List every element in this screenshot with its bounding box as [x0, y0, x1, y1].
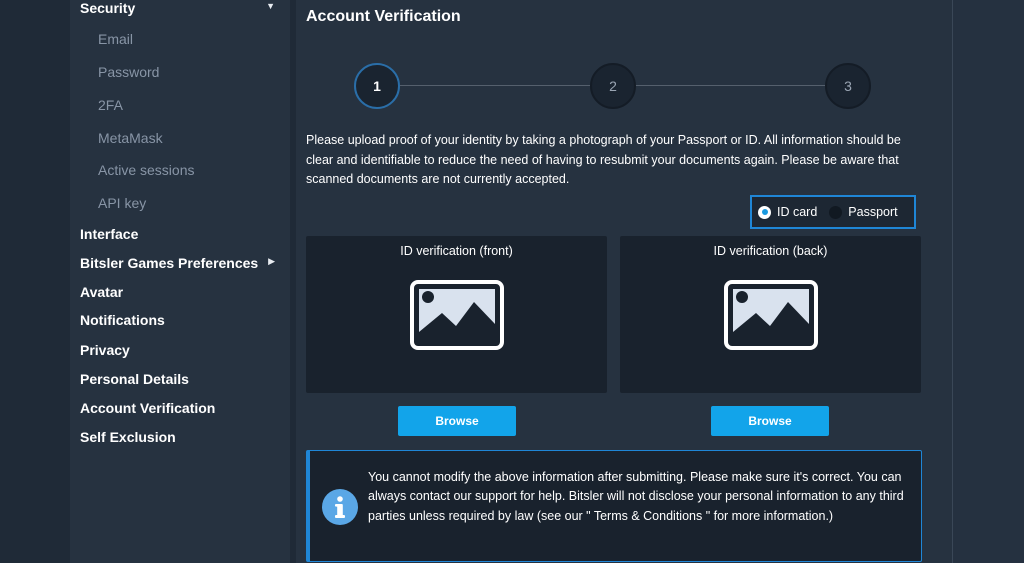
- upload-card-back[interactable]: ID verification (back): [620, 236, 921, 393]
- sidebar-subitem-2fa[interactable]: 2FA: [98, 97, 278, 113]
- radio-unchecked-icon: [829, 205, 843, 219]
- instructions-text: Please upload proof of your identity by …: [306, 133, 901, 186]
- info-text: You cannot modify the above information …: [368, 470, 904, 523]
- sidebar-item-personal-details[interactable]: Personal Details: [80, 371, 285, 387]
- step-1[interactable]: 1: [354, 63, 400, 109]
- image-placeholder-icon[interactable]: [724, 280, 818, 350]
- sidebar-subitem-api-key[interactable]: API key: [98, 195, 278, 211]
- sidebar-subitem-active-sessions[interactable]: Active sessions: [98, 162, 278, 178]
- sidebar-subitem-password[interactable]: Password: [98, 64, 278, 80]
- sidebar-item-avatar[interactable]: Avatar: [80, 284, 285, 300]
- radio-id-card[interactable]: ID card: [758, 205, 817, 219]
- browse-back-button[interactable]: Browse: [711, 406, 829, 436]
- sidebar-item-label: Bitsler Games Preferences: [80, 255, 259, 271]
- radio-label: Passport: [848, 205, 898, 219]
- sidebar-subitem-metamask[interactable]: MetaMask: [98, 130, 278, 146]
- main-panel: Account Verification 1 2 3 Please upload…: [296, 0, 952, 563]
- step-2[interactable]: 2: [590, 63, 636, 109]
- sidebar-item-security[interactable]: Security ▼: [80, 0, 285, 16]
- left-gutter: [0, 0, 70, 563]
- right-panel-edge: [952, 0, 1024, 563]
- sidebar-item-privacy[interactable]: Privacy: [80, 342, 285, 358]
- chevron-down-icon: ▼: [266, 1, 275, 11]
- step-3[interactable]: 3: [825, 63, 871, 109]
- settings-sidebar: Security ▼ Email Password 2FA MetaMask A…: [70, 0, 290, 563]
- sidebar-subitem-email[interactable]: Email: [98, 31, 278, 47]
- sidebar-item-games-preferences[interactable]: Bitsler Games Preferences ▶: [80, 255, 285, 271]
- browse-front-button[interactable]: Browse: [398, 406, 516, 436]
- sidebar-item-notifications[interactable]: Notifications: [80, 312, 285, 328]
- radio-label: ID card: [777, 205, 818, 219]
- sidebar-item-interface[interactable]: Interface: [80, 226, 285, 242]
- image-placeholder-icon[interactable]: [410, 280, 504, 350]
- upload-title-front: ID verification (front): [400, 244, 513, 258]
- document-type-selector: ID card Passport: [750, 195, 916, 229]
- info-icon: [322, 489, 358, 525]
- radio-checked-icon: [758, 205, 771, 219]
- sidebar-item-self-exclusion[interactable]: Self Exclusion: [80, 429, 285, 445]
- upload-title-back: ID verification (back): [713, 244, 828, 258]
- page-title: Account Verification: [306, 8, 461, 25]
- info-notice: You cannot modify the above information …: [306, 450, 922, 562]
- sidebar-item-account-verification[interactable]: Account Verification: [80, 400, 285, 416]
- sidebar-item-label: Security: [80, 0, 136, 16]
- chevron-right-icon: ▶: [268, 256, 275, 266]
- upload-card-front[interactable]: ID verification (front): [306, 236, 607, 393]
- radio-passport[interactable]: Passport: [829, 205, 898, 219]
